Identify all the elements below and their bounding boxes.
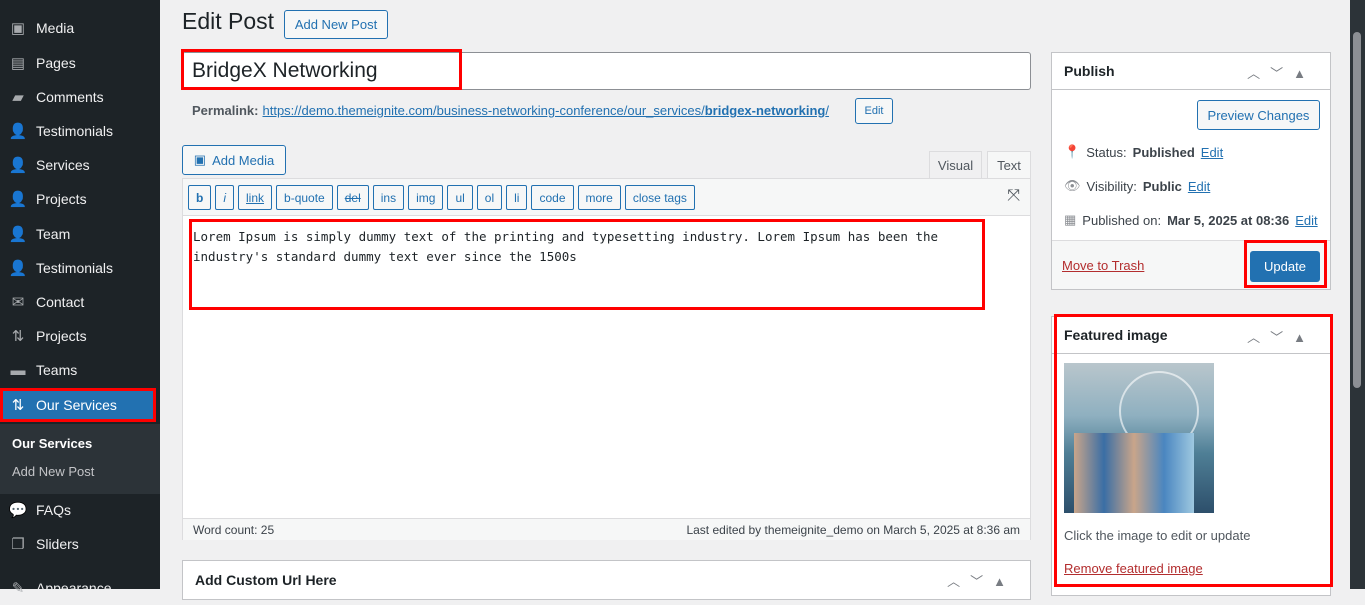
- quicktag-del[interactable]: del: [336, 185, 369, 210]
- sidebar-item-media[interactable]: ▣ Media: [0, 11, 160, 45]
- scrollbar[interactable]: [1350, 0, 1365, 589]
- fullscreen-icon[interactable]: ⤧: [1007, 187, 1020, 205]
- calendar-icon: ▦: [1064, 212, 1077, 227]
- slides-icon: ❐: [11, 536, 25, 553]
- sidebar-item-comments[interactable]: ▰ Comments: [0, 80, 160, 114]
- quicktag-i[interactable]: i: [215, 185, 235, 210]
- sidebar-item-contact[interactable]: ✉ Contact: [0, 285, 160, 319]
- highlight-box: [181, 49, 462, 90]
- sidebar-item-sliders[interactable]: ❐ Sliders: [0, 527, 160, 561]
- sort-icon: ⇅: [11, 397, 25, 414]
- comments-icon: ▰: [12, 89, 24, 106]
- highlight-box: [1054, 314, 1333, 587]
- sidebar-item-label: Our Services: [36, 397, 117, 413]
- permalink: Permalink: https://demo.themeignite.com/…: [192, 103, 829, 118]
- add-new-post-button[interactable]: Add New Post: [284, 10, 388, 39]
- sidebar-item-pages[interactable]: ▤ Pages: [0, 46, 160, 80]
- quicktag-ins[interactable]: ins: [372, 185, 405, 210]
- sidebar-item-label: Sliders: [36, 536, 79, 552]
- box-arrows-icon[interactable]: ︿﹀▲: [947, 571, 1016, 590]
- sidebar-item-label: FAQs: [36, 502, 72, 518]
- sidebar-item-label: Appearance: [36, 580, 112, 596]
- user-icon: 👤: [8, 260, 28, 277]
- envelope-icon: ✉: [11, 294, 25, 311]
- quicktag-link[interactable]: link: [238, 185, 273, 210]
- last-edited: Last edited by themeignite_demo on March…: [686, 522, 1020, 537]
- sidebar-item-team[interactable]: 👤 Team: [0, 217, 160, 251]
- page-title: Edit Post: [182, 8, 275, 34]
- quicktag-b-quote[interactable]: b-quote: [276, 185, 333, 210]
- user-icon: 👤: [8, 123, 28, 140]
- sidebar-item-label: Contact: [36, 294, 85, 310]
- user-icon: 👤: [8, 191, 28, 208]
- box-arrows-icon[interactable]: ︿﹀▲: [1247, 63, 1316, 82]
- quicktag-li[interactable]: li: [506, 185, 528, 210]
- sidebar-item-label: Media: [36, 20, 75, 36]
- preview-changes-button[interactable]: Preview Changes: [1197, 100, 1320, 130]
- tab-visual[interactable]: Visual: [929, 151, 982, 179]
- scrollbar-thumb[interactable]: [1353, 32, 1361, 388]
- quicktag-code[interactable]: code: [531, 185, 574, 210]
- sidebar-item-label: Team: [36, 226, 71, 242]
- quicktag-b[interactable]: b: [188, 185, 212, 210]
- quicktag-close-tags[interactable]: close tags: [624, 185, 695, 210]
- admin-sidebar: Our Services Add New Post ▣ Media ▤ Pages ▰ C…: [0, 0, 160, 597]
- sidebar-item-testimonials[interactable]: 👤 Testimonials: [0, 251, 160, 285]
- custom-url-title: Add Custom Url Here: [195, 571, 337, 588]
- sidebar-item-label: Services: [36, 157, 90, 173]
- pin-icon: 📍: [1064, 144, 1081, 159]
- permalink-link[interactable]: https://demo.themeignite.com/business-ne…: [262, 103, 828, 118]
- teams-icon: ▬: [10, 361, 26, 379]
- sidebar-item-services[interactable]: 👤 Services: [0, 148, 160, 182]
- sidebar-item-label: Projects: [36, 328, 87, 344]
- highlight-box: [189, 219, 985, 310]
- permalink-label: Permalink:: [192, 103, 259, 118]
- edit-visibility-link[interactable]: Edit: [1188, 179, 1210, 194]
- sidebar-item-label: Pages: [36, 55, 76, 71]
- sidebar-item-projects[interactable]: 👤 Projects: [0, 182, 160, 216]
- pages-icon: ▤: [10, 55, 26, 72]
- word-count: Word count: 25: [193, 522, 275, 537]
- quicktag-ul[interactable]: ul: [447, 185, 473, 210]
- submenu-add-new-post[interactable]: Add New Post: [0, 458, 160, 486]
- sidebar-item-faqs[interactable]: 💬 FAQs: [0, 493, 160, 527]
- quicktag-ol[interactable]: ol: [476, 185, 503, 210]
- custom-url-box: Add Custom Url Here ︿﹀▲: [182, 560, 1031, 600]
- quicktag-more[interactable]: more: [577, 185, 621, 210]
- sidebar-item-label: Testimonials: [36, 123, 114, 139]
- submenu: Our Services Add New Post: [0, 424, 160, 494]
- sidebar-item-our-services[interactable]: ⇅ Our Services: [0, 388, 156, 422]
- user-icon: 👤: [8, 157, 28, 174]
- sidebar-item-appearance[interactable]: ✎ Appearance: [0, 571, 160, 605]
- highlight-box: [1244, 240, 1327, 288]
- add-media-button[interactable]: ▣ Add Media: [182, 145, 286, 175]
- user-icon: 👤: [8, 226, 28, 243]
- move-to-trash-link[interactable]: Move to Trash: [1062, 258, 1144, 273]
- edit-date-link[interactable]: Edit: [1295, 213, 1317, 228]
- sidebar-item-label: Projects: [36, 191, 87, 207]
- permalink-edit-button[interactable]: Edit: [855, 98, 893, 124]
- sidebar-item-label: Testimonials: [36, 260, 114, 276]
- quicktag-img[interactable]: img: [408, 185, 444, 210]
- edit-status-link[interactable]: Edit: [1201, 145, 1223, 160]
- media-icon: ▣: [193, 152, 207, 167]
- media-icon: ▣: [10, 20, 26, 37]
- sort-icon: ⇅: [11, 328, 25, 345]
- quicktags-toolbar: b i link b-quote del ins img ul ol li code more clos…: [183, 179, 1030, 216]
- sidebar-item-projects[interactable]: ⇅ Projects: [0, 319, 160, 353]
- sidebar-item-label: Comments: [36, 89, 104, 105]
- brush-icon: ✎: [11, 580, 25, 597]
- tab-text[interactable]: Text: [987, 151, 1031, 179]
- submenu-our-services[interactable]: Our Services: [0, 430, 160, 458]
- eye-icon: 👁: [1064, 178, 1081, 193]
- sidebar-item-teams[interactable]: ▬ Teams: [0, 353, 160, 387]
- sidebar-item-label: Teams: [36, 362, 78, 378]
- chat-icon: 💬: [8, 502, 28, 519]
- status-bar: Word count: 25 Last edited by themeignit…: [183, 518, 1030, 540]
- sidebar-item-testimonials[interactable]: 👤 Testimonials: [0, 114, 160, 148]
